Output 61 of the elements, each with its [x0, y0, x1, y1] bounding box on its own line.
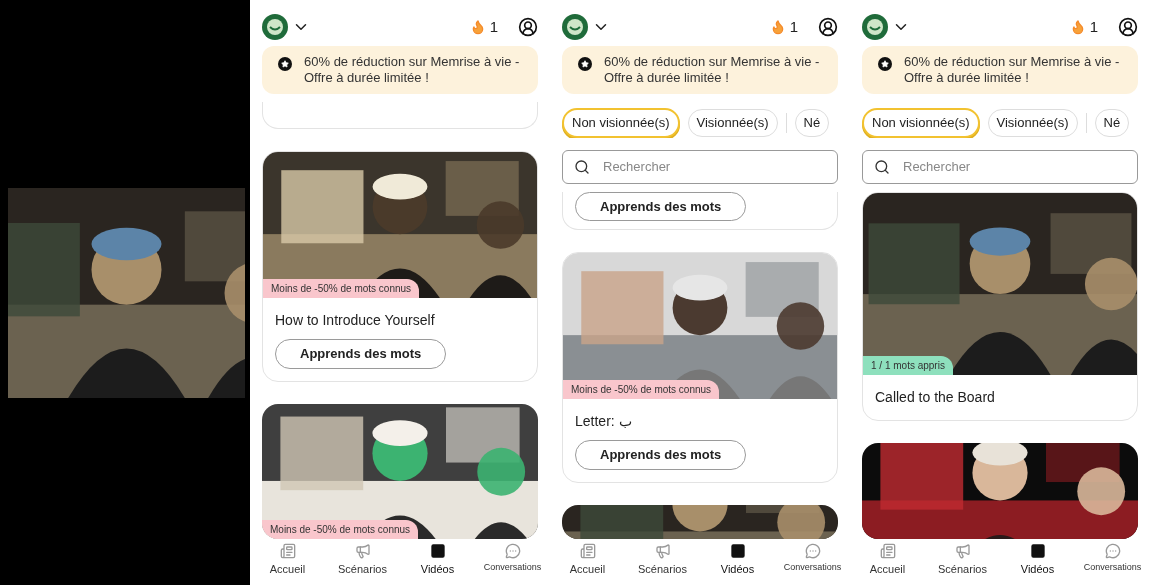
learn-words-button[interactable]: Apprends des mots	[275, 339, 447, 369]
star-icon	[278, 57, 292, 71]
video-card[interactable]: Apprends des mots	[562, 191, 838, 230]
filter-tab[interactable]: Visionnée(s)	[687, 109, 778, 137]
logo-icon[interactable]	[262, 14, 288, 40]
star-icon	[578, 57, 592, 71]
megaphone-icon	[354, 543, 371, 559]
search-icon	[574, 158, 590, 175]
known-words-badge: Moins de -50% de mots connus	[262, 520, 419, 539]
video-card[interactable]: 1 / 1 mots appris Called to the Board	[862, 191, 1138, 421]
chat-bubble-icon	[504, 543, 521, 559]
streak-count: 1	[1089, 16, 1098, 37]
video-card[interactable]: Moins de -50% de mots connus How to Introduce Yourself Apprends des mots	[262, 151, 538, 382]
profile-icon[interactable]	[1118, 17, 1138, 37]
nav-tab[interactable]: Conversations	[475, 543, 550, 585]
search-icon	[874, 158, 890, 175]
newspaper-icon	[879, 543, 896, 559]
video-title: Letter: ب	[575, 412, 633, 431]
promo-banner[interactable]: 60% de réduction sur Memrise à vie - Offre à durée limitée !	[562, 46, 838, 94]
nav-tab[interactable]: Conversations	[1075, 543, 1150, 585]
logo-icon[interactable]	[562, 14, 588, 40]
video-title: How to Introduce Yourself	[275, 311, 436, 330]
promo-banner[interactable]: 60% de réduction sur Memrise à vie - Offre à durée limitée !	[262, 46, 538, 94]
profile-icon[interactable]	[518, 17, 538, 37]
nav-tab[interactable]: Accueil	[550, 543, 625, 585]
video-title: Called to the Board	[875, 387, 996, 407]
megaphone-icon	[954, 543, 971, 559]
profile-icon[interactable]	[818, 17, 838, 37]
logo-icon[interactable]	[862, 14, 888, 40]
filter-tab[interactable]: Visionnée(s)	[987, 109, 1078, 137]
nav-tab[interactable]: Vidéos	[700, 543, 775, 585]
learn-words-button[interactable]: Apprends des mots	[575, 191, 747, 221]
star-icon	[878, 57, 892, 71]
streak-count: 1	[789, 16, 798, 37]
filter-tab[interactable]: Non visionnée(s)	[862, 108, 980, 138]
promo-banner[interactable]: 60% de réduction sur Memrise à vie - Offre à durée limitée !	[862, 46, 1138, 94]
newspaper-icon	[579, 543, 596, 559]
learn-words-button[interactable]: Apprends des mots	[575, 440, 747, 470]
nav-tab[interactable]: Scénarios	[625, 543, 700, 585]
nav-tab[interactable]: Accueil	[250, 543, 325, 585]
nav-tab[interactable]: Scénarios	[925, 543, 1000, 585]
filter-tab[interactable]: Né	[1094, 109, 1130, 137]
filter-tab[interactable]: Non visionnée(s)	[562, 108, 680, 138]
nav-tab[interactable]: Vidéos	[400, 543, 475, 585]
promo-text: 60% de réduction sur Memrise à vie - Offre à durée limitée !	[904, 54, 1121, 86]
filter-tab[interactable]: Né	[794, 109, 830, 137]
promo-text: 60% de réduction sur Memrise à vie - Offre à durée limitée !	[304, 54, 521, 86]
newspaper-icon	[279, 543, 296, 559]
streak-count: 1	[489, 16, 498, 37]
nav-tab[interactable]: Vidéos	[1000, 543, 1075, 585]
chat-bubble-icon	[1104, 543, 1121, 559]
promo-text: 60% de réduction sur Memrise à vie - Offre à durée limitée !	[604, 54, 821, 86]
chat-bubble-icon	[804, 543, 821, 559]
search-field[interactable]: Rechercher	[562, 149, 838, 184]
nav-tab[interactable]: Scénarios	[325, 543, 400, 585]
search-field[interactable]: Rechercher	[862, 149, 1138, 184]
known-words-badge: Moins de -50% de mots connus	[263, 279, 420, 298]
nav-tab[interactable]: Accueil	[850, 543, 925, 585]
known-words-badge: Moins de -50% de mots connus	[563, 380, 720, 399]
megaphone-icon	[654, 543, 671, 559]
nav-tab[interactable]: Conversations	[775, 543, 850, 585]
